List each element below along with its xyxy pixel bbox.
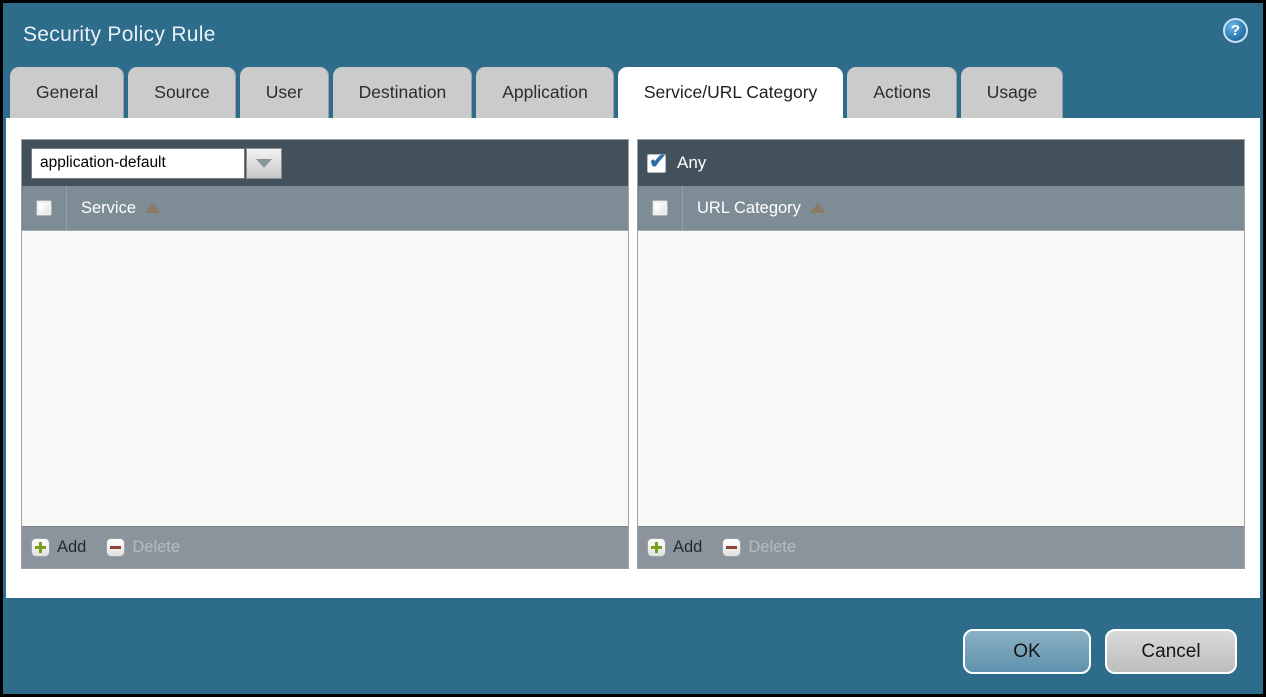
service-add-label: Add (57, 538, 86, 557)
url-category-column-label: URL Category (697, 199, 801, 218)
service-column-label: Service (81, 199, 136, 218)
any-label: Any (677, 153, 706, 173)
url-category-select-all-checkbox[interactable] (652, 200, 668, 216)
plus-icon (31, 538, 50, 557)
sort-ascending-icon (810, 203, 826, 213)
tab-actions[interactable]: Actions (847, 67, 956, 118)
url-category-column-header[interactable]: URL Category (683, 199, 826, 218)
checkmark-icon: ✔ (649, 149, 667, 174)
dialog-titlebar: Security Policy Rule ? (3, 3, 1263, 67)
minus-icon (722, 538, 741, 557)
tab-destination[interactable]: Destination (333, 67, 473, 118)
service-select-all-checkbox[interactable] (36, 200, 52, 216)
service-type-input[interactable] (31, 148, 245, 179)
url-category-add-button[interactable]: Add (647, 538, 702, 557)
service-type-dropdown-button[interactable] (246, 148, 282, 179)
url-category-select-all-cell (638, 186, 683, 230)
url-category-delete-button[interactable]: Delete (722, 538, 796, 557)
any-checkbox[interactable]: ✔ (647, 154, 666, 173)
plus-icon (647, 538, 666, 557)
url-category-panel: ✔ Any URL Category (637, 139, 1245, 569)
service-delete-button[interactable]: Delete (106, 538, 180, 557)
tab-application[interactable]: Application (476, 67, 614, 118)
service-panel-header (22, 140, 628, 186)
security-policy-rule-dialog: Security Policy Rule ? General Source Us… (0, 0, 1266, 697)
help-icon[interactable]: ? (1223, 18, 1248, 43)
service-delete-label: Delete (132, 538, 180, 557)
cancel-button[interactable]: Cancel (1105, 629, 1237, 674)
ok-button[interactable]: OK (963, 629, 1091, 674)
service-type-combobox (31, 148, 282, 179)
tab-service-url-category[interactable]: Service/URL Category (618, 67, 843, 118)
service-table-header: Service (22, 186, 628, 231)
service-select-all-cell (22, 186, 67, 230)
tab-user[interactable]: User (240, 67, 329, 118)
chevron-down-icon (256, 159, 272, 168)
url-category-delete-label: Delete (748, 538, 796, 557)
dialog-button-row: OK Cancel (963, 629, 1237, 674)
service-column-header[interactable]: Service (67, 199, 161, 218)
tab-content-service-url-category: Service Add Delete (6, 118, 1260, 598)
url-category-table-header: URL Category (638, 186, 1244, 231)
tab-general[interactable]: General (10, 67, 124, 118)
service-panel: Service Add Delete (21, 139, 629, 569)
dialog-title: Security Policy Rule (23, 23, 216, 47)
service-add-button[interactable]: Add (31, 538, 86, 557)
url-category-table-body[interactable] (638, 231, 1244, 526)
service-panel-footer: Add Delete (22, 526, 628, 568)
minus-icon (106, 538, 125, 557)
tab-source[interactable]: Source (128, 67, 235, 118)
service-table-body[interactable] (22, 231, 628, 526)
url-category-panel-footer: Add Delete (638, 526, 1244, 568)
sort-ascending-icon (145, 203, 161, 213)
url-category-panel-header: ✔ Any (638, 140, 1244, 186)
tab-strip: General Source User Destination Applicat… (3, 67, 1263, 118)
tab-usage[interactable]: Usage (961, 67, 1064, 118)
url-category-add-label: Add (673, 538, 702, 557)
